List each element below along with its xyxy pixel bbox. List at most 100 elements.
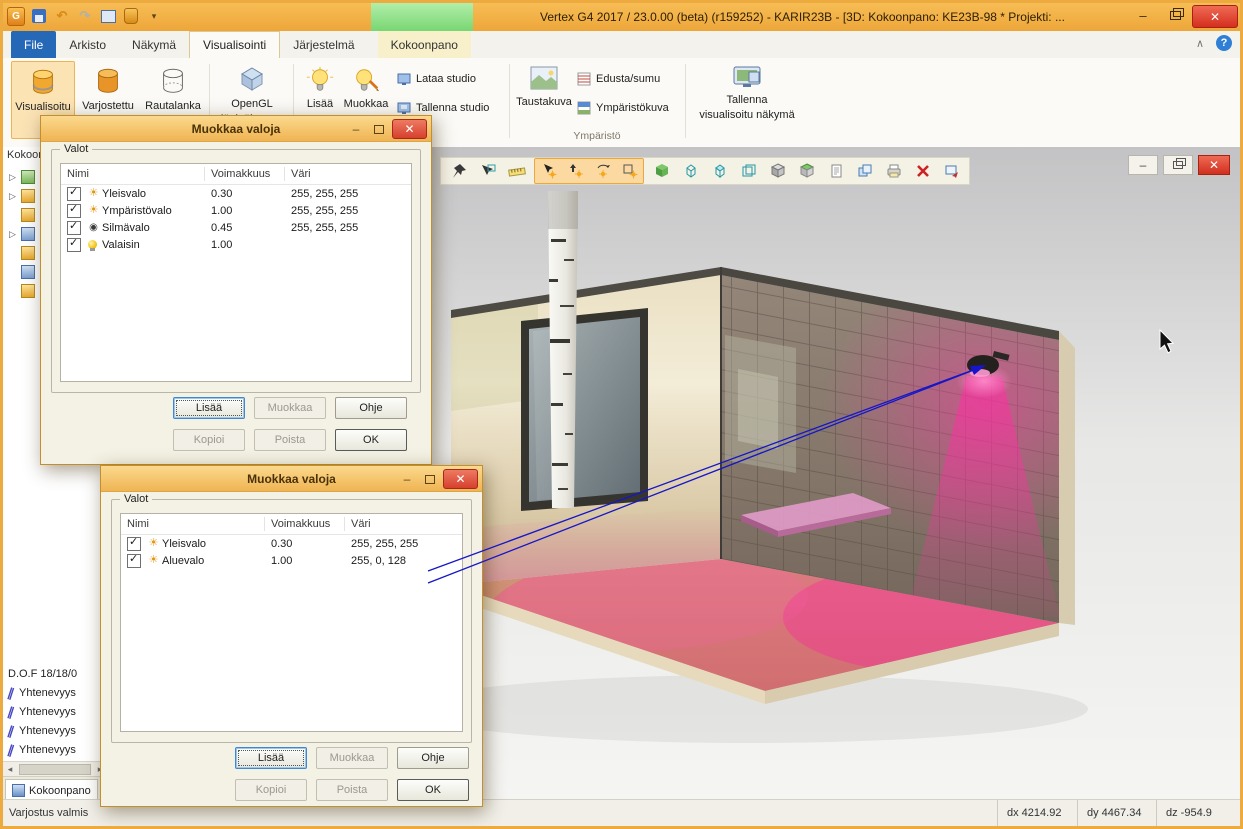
constraint-item[interactable]: ∥Yhtenevyys <box>8 741 76 759</box>
tree-item[interactable] <box>9 264 35 280</box>
add-button[interactable]: Lisää <box>235 747 307 769</box>
bulb-icon <box>306 65 334 95</box>
help-button[interactable]: Ohje <box>335 397 407 419</box>
print-icon[interactable] <box>880 159 907 183</box>
dialog-titlebar[interactable]: Muokkaa valoja – ✕ <box>101 466 482 492</box>
table-header: Nimi Voimakkuus Väri <box>121 514 462 535</box>
constraint-item[interactable]: ∥Yhtenevyys <box>8 703 76 721</box>
groupbox-label: Valot <box>120 493 152 505</box>
redo-icon[interactable]: ↷ <box>76 7 94 25</box>
contextual-tab-highlight <box>371 3 473 31</box>
tab-kokoonpano[interactable]: Kokoonpano <box>378 31 471 58</box>
select-area-icon[interactable] <box>474 159 501 183</box>
scrollbar-thumb[interactable] <box>19 764 91 775</box>
environment-image-button[interactable]: Ympäristökuva <box>577 97 669 119</box>
checkbox[interactable]: ✓ <box>127 554 141 568</box>
measure-icon[interactable] <box>503 159 530 183</box>
light-target-icon[interactable] <box>616 159 643 183</box>
thin-cube-icon[interactable] <box>735 159 762 183</box>
tab-jarjestelma[interactable]: Järjestelmä <box>280 31 367 58</box>
delete-icon[interactable] <box>909 159 936 183</box>
expander-icon[interactable]: ▷ <box>9 172 17 183</box>
doc-restore-button[interactable] <box>1163 155 1193 175</box>
tab-visualisointi[interactable]: Visualisointi <box>189 31 280 58</box>
light-row[interactable]: ✓ ☀ Ympäristövalo 1.00 255, 255, 255 <box>61 202 411 219</box>
expander-icon[interactable]: ▷ <box>9 229 17 240</box>
dialog-close-button[interactable]: ✕ <box>443 469 478 489</box>
tab-file[interactable]: File <box>11 31 56 58</box>
minimize-button[interactable]: – <box>1128 5 1158 26</box>
dialog-minimize-button[interactable]: – <box>397 470 417 488</box>
app-logo-icon[interactable]: G <box>7 7 25 25</box>
tree-item[interactable]: ▷ <box>9 188 35 204</box>
checkbox[interactable]: ✓ <box>67 221 81 235</box>
dialog-close-button[interactable]: ✕ <box>392 119 427 139</box>
dialog-maximize-button[interactable] <box>420 470 440 488</box>
qat-dropdown-icon[interactable]: ▾ <box>145 7 163 25</box>
constraint-item[interactable]: ∥Yhtenevyys <box>8 684 76 702</box>
tree-item[interactable]: ▷ <box>9 169 35 185</box>
help-button[interactable]: Ohje <box>397 747 469 769</box>
ok-button[interactable]: OK <box>397 779 469 801</box>
doc-close-button[interactable]: ✕ <box>1198 155 1230 175</box>
checkbox[interactable]: ✓ <box>67 204 81 218</box>
tree-item[interactable] <box>9 283 35 299</box>
restore-icon <box>1173 161 1183 169</box>
expander-icon[interactable]: ▷ <box>9 191 17 202</box>
face-cube-icon[interactable] <box>706 159 733 183</box>
light-raise-icon[interactable] <box>562 159 589 183</box>
dialog-maximize-button[interactable] <box>369 120 389 138</box>
doc-minimize-button[interactable]: – <box>1128 155 1158 175</box>
add-button[interactable]: Lisää <box>173 397 245 419</box>
foreground-fog-button[interactable]: Edusta/sumu <box>577 68 660 90</box>
light-move-icon[interactable] <box>535 159 562 183</box>
light-row[interactable]: ✓ ◉ Silmävalo 0.45 255, 255, 255 <box>61 219 411 236</box>
load-studio-button[interactable]: Lataa studio <box>397 68 476 90</box>
assembly-icon <box>12 784 25 797</box>
horizontal-scrollbar[interactable]: ◂ ▸ <box>3 761 107 777</box>
textured-cube-icon[interactable] <box>793 159 820 183</box>
title-bar[interactable]: G ↶ ↷ ▾ Vertex G4 2017 / 23.0.00 (beta) … <box>3 3 1240 31</box>
pin-icon[interactable] <box>445 159 472 183</box>
send-view-icon[interactable] <box>938 159 965 183</box>
tab-nakyma[interactable]: Näkymä <box>119 31 189 58</box>
sheet-icon[interactable] <box>822 159 849 183</box>
lights-table[interactable]: Nimi Voimakkuus Väri ✓ ☀ Yleisvalo 0.30 … <box>60 163 412 382</box>
save-icon[interactable] <box>30 7 48 25</box>
light-row[interactable]: ✓ Valaisin 1.00 <box>61 236 411 253</box>
close-button[interactable]: ✕ <box>1192 5 1238 28</box>
scroll-left-icon[interactable]: ◂ <box>3 764 17 775</box>
checkbox[interactable]: ✓ <box>67 187 81 201</box>
light-rotate-icon[interactable] <box>589 159 616 183</box>
customize-icon[interactable] <box>99 7 117 25</box>
help-icon[interactable]: ? <box>1216 35 1232 51</box>
tree-item[interactable] <box>9 207 35 223</box>
checkbox[interactable]: ✓ <box>127 537 141 551</box>
light-row[interactable]: ✓ ☀ Yleisvalo 0.30 255, 255, 255 <box>121 535 462 552</box>
copy-view-icon[interactable] <box>851 159 878 183</box>
light-row[interactable]: ✓ ☀ Yleisvalo 0.30 255, 255, 255 <box>61 185 411 202</box>
constraint-item[interactable]: ∥Yhtenevyys <box>8 722 76 740</box>
tree-item[interactable] <box>9 245 35 261</box>
check-icon: ✓ <box>69 185 78 198</box>
shaded-cube-icon[interactable] <box>764 159 791 183</box>
panel-tab-kokoonpano[interactable]: Kokoonpano <box>5 779 98 800</box>
ribbon-collapse-icon[interactable]: ∧ <box>1196 37 1204 50</box>
tree-item[interactable]: ▷ <box>9 226 35 242</box>
solid-cube-icon[interactable] <box>648 159 675 183</box>
light-row[interactable]: ✓ ☀ Aluevalo 1.00 255, 0, 128 <box>121 552 462 569</box>
tree-node-icon <box>21 170 35 184</box>
save-visualized-view-button[interactable]: Tallenna visualisoitu näkymä <box>691 61 803 139</box>
tab-arkisto[interactable]: Arkisto <box>56 31 119 58</box>
undo-icon[interactable]: ↶ <box>53 7 71 25</box>
render-jar-icon[interactable] <box>122 7 140 25</box>
dialog-minimize-button[interactable]: – <box>346 120 366 138</box>
dialog-titlebar[interactable]: Muokkaa valoja – ✕ <box>41 116 431 142</box>
wire-cube-icon[interactable] <box>677 159 704 183</box>
checkbox[interactable]: ✓ <box>67 238 81 252</box>
ok-button[interactable]: OK <box>335 429 407 451</box>
application-window: G ↶ ↷ ▾ Vertex G4 2017 / 23.0.00 (beta) … <box>0 0 1243 829</box>
lights-table[interactable]: Nimi Voimakkuus Väri ✓ ☀ Yleisvalo 0.30 … <box>120 513 463 732</box>
restore-button[interactable] <box>1160 5 1190 26</box>
background-image-button[interactable]: Taustakuva <box>515 61 573 139</box>
